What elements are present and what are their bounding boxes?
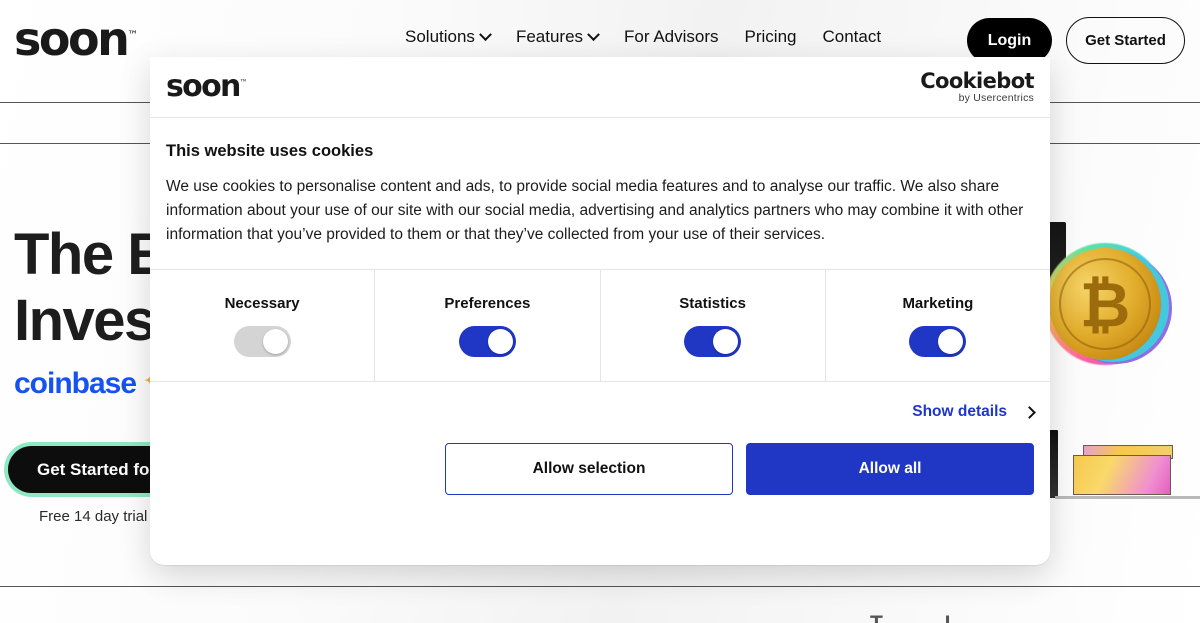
site-logo[interactable]: soon™ [14, 16, 138, 62]
toggle-knob [262, 328, 288, 354]
hero-art-box [1073, 455, 1171, 495]
cookie-dialog-body: This website uses cookies We use cookies… [150, 118, 1050, 269]
cookie-category-necessary: Necessary [150, 270, 376, 382]
toggle-necessary [233, 325, 291, 357]
main-navigation: Solutions Features For Advisors Pricing … [392, 27, 894, 47]
allow-selection-button[interactable]: Allow selection [445, 443, 733, 496]
cookie-dialog-logo-text: soon [166, 69, 241, 104]
coinbase-logo: coinbase [14, 367, 137, 400]
cookie-details-row: Show details [150, 382, 1050, 421]
hero-heading-line2: Invest [14, 287, 174, 353]
nav-label: For Advisors [624, 27, 719, 46]
hero-heading: The E Invest [14, 222, 174, 353]
cookie-category-label: Preferences [444, 294, 531, 312]
cookiebot-branding[interactable]: Cookiebot by Usercentrics [920, 70, 1034, 104]
site-logo-text: soon [14, 12, 130, 66]
toggle-knob [938, 328, 964, 354]
nav-label: Pricing [744, 27, 797, 46]
cookie-dialog-header: soon™ Cookiebot by Usercentrics [150, 57, 1050, 118]
nav-label: Solutions [405, 27, 475, 46]
cookie-category-list: Necessary Preferences Statistics Marketi… [150, 269, 1050, 383]
cookiebot-subtitle: by Usercentrics [958, 92, 1034, 105]
chevron-down-icon [479, 27, 492, 41]
cookie-category-label: Marketing [902, 294, 974, 312]
toggle-preferences[interactable] [458, 325, 516, 357]
show-details-link[interactable]: Show details [912, 403, 1036, 421]
nav-item-features[interactable]: Features [503, 27, 611, 47]
cookie-consent-dialog: soon™ Cookiebot by Usercentrics This web… [150, 57, 1050, 565]
footer-partial-text: T L [870, 612, 986, 623]
cookie-category-label: Necessary [224, 294, 300, 312]
bitcoin-coin-icon: ₿ [1049, 248, 1161, 360]
show-details-label: Show details [912, 403, 1007, 421]
free-trial-note: Free 14 day trial [39, 508, 148, 525]
nav-item-for-advisors[interactable]: For Advisors [611, 27, 731, 47]
trademark-symbol: ™ [239, 78, 248, 87]
section-divider-bottom [0, 586, 1200, 587]
cookiebot-name: Cookiebot [920, 68, 1034, 93]
chevron-down-icon [587, 27, 600, 41]
nav-label: Contact [822, 27, 882, 46]
cookie-dialog-description: We use cookies to personalise content an… [166, 178, 1024, 244]
nav-item-pricing[interactable]: Pricing [732, 27, 810, 47]
nav-item-solutions[interactable]: Solutions [392, 27, 503, 47]
hero-art-shelf [1055, 496, 1200, 499]
hero-heading-line1: The E [14, 222, 166, 287]
page-root: soon™ Solutions Features For Advisors Pr… [0, 0, 1200, 623]
toggle-knob [487, 328, 513, 354]
cookie-dialog-logo: soon™ [166, 72, 248, 102]
bitcoin-symbol: ₿ [1079, 267, 1131, 341]
trademark-symbol: ™ [127, 28, 139, 42]
cookie-dialog-title: This website uses cookies [166, 142, 374, 160]
chevron-right-icon [1023, 405, 1036, 419]
toggle-statistics[interactable] [684, 325, 742, 357]
nav-label: Features [515, 27, 584, 46]
cookie-category-label: Statistics [679, 294, 746, 312]
toggle-knob [713, 328, 739, 354]
cookie-category-marketing: Marketing [826, 270, 1050, 381]
toggle-marketing[interactable] [909, 325, 967, 357]
get-started-button[interactable]: Get Started [1066, 17, 1185, 64]
allow-all-button[interactable]: Allow all [746, 443, 1034, 496]
cookie-category-statistics: Statistics [601, 270, 826, 382]
cookie-action-buttons: Allow selection Allow all [150, 421, 1050, 496]
cookie-category-preferences: Preferences [375, 270, 601, 382]
nav-item-contact[interactable]: Contact [809, 27, 894, 47]
